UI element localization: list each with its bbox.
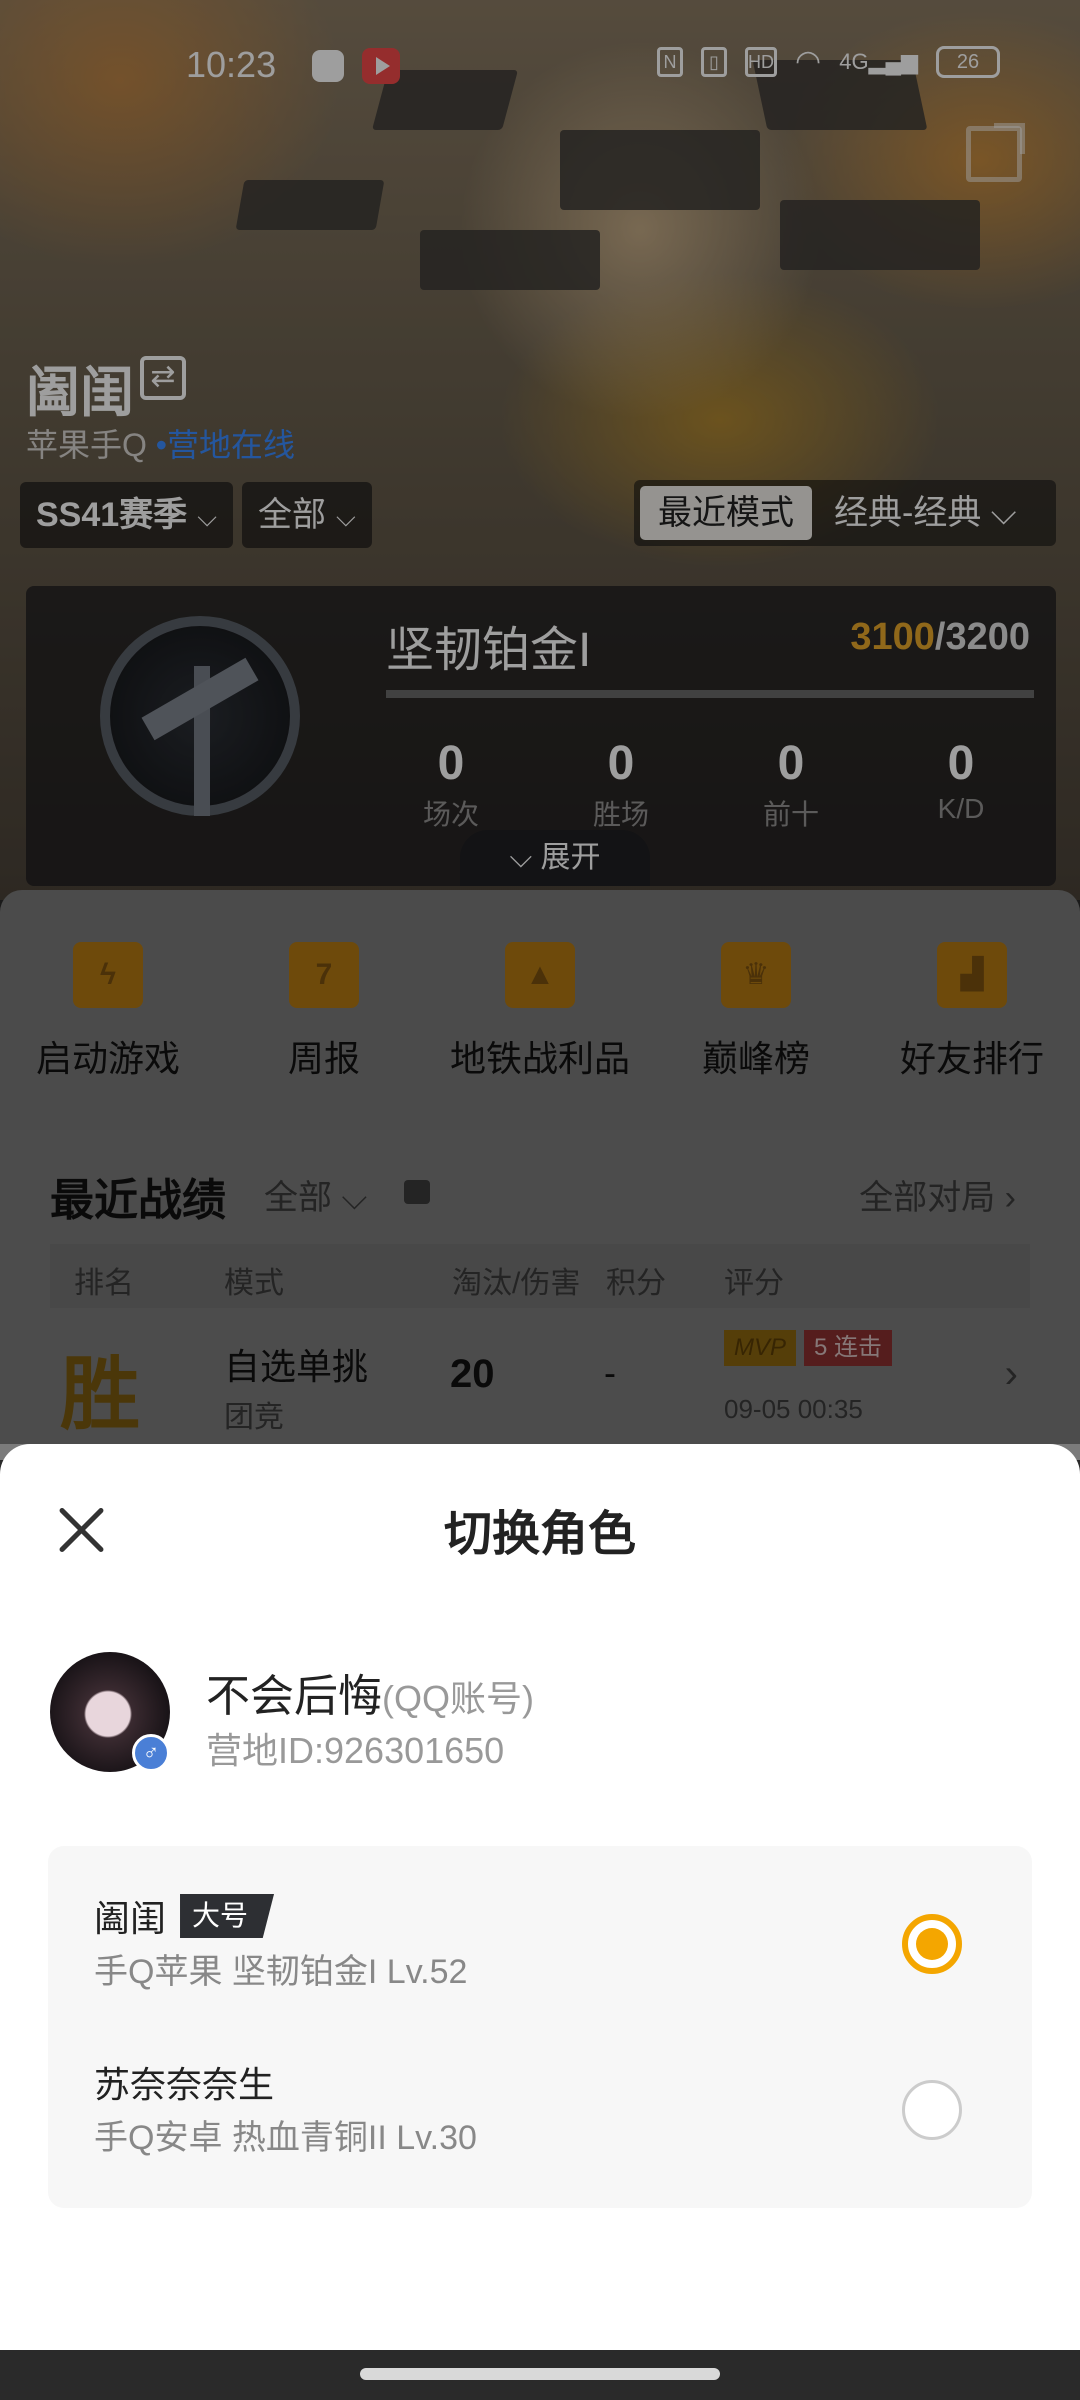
camp-id: 营地ID:926301650 — [206, 1730, 505, 1771]
shield-icon: ▲ — [505, 942, 575, 1008]
switch-role-icon[interactable]: ⇄ — [140, 356, 186, 400]
all-games-link[interactable]: 全部对局 › — [859, 1170, 1016, 1219]
home-indicator[interactable] — [360, 2368, 720, 2380]
records-title: 最近战绩 — [50, 1176, 226, 1225]
table-row[interactable]: 胜 自选单挑 团竞 20 - MVP 5 连击 09-05 00:35 › — [0, 1308, 1080, 1458]
wifi-icon: ◠ — [795, 45, 822, 78]
main-account-tag: 大号 — [180, 1894, 275, 1938]
rank-emblem-icon — [100, 616, 300, 816]
nfc-icon: N — [657, 46, 684, 77]
stat-matches: 0 场次 — [422, 737, 479, 830]
male-gender-icon: ♂ — [132, 1734, 170, 1772]
feature-metro-loot[interactable]: ▲ 地铁战利品 — [432, 890, 648, 1082]
signal-icon: 4G▂▄▆ — [839, 48, 918, 74]
chevron-down-icon: ⌵ — [197, 502, 217, 532]
rank-score: 3100/3200 — [850, 616, 1030, 658]
tab-recent-mode[interactable]: 最近模式 — [640, 486, 812, 540]
camp-status: •营地在线 — [155, 427, 296, 463]
battery-icon: 26 — [936, 45, 1000, 78]
rank-stats: 0 场次 0 胜场 0 前十 0 K/D — [366, 736, 1046, 833]
stat-kd: 0 K/D — [937, 737, 985, 824]
account-info: ♂ 不会后悔(QQ账号) 营地ID:926301650 — [50, 1652, 1030, 1782]
player-name: 阖闺 — [26, 363, 134, 423]
mode-tabs: 最近模式 经典-经典 ⌵ — [634, 480, 1056, 546]
stat-top10: 0 前十 — [762, 737, 819, 830]
navigation-bar — [0, 2350, 1080, 2400]
role-radio-selected[interactable] — [902, 1914, 962, 1974]
lightning-icon: ϟ — [73, 942, 143, 1008]
share-icon[interactable] — [966, 123, 1025, 182]
chevron-down-icon: ⌵ — [336, 502, 356, 532]
feature-panel: ϟ 启动游戏 7 周报 ▲ 地铁战利品 ♛ 巅峰榜 ▟ 好友排行 — [0, 890, 1080, 1130]
feature-launch-game[interactable]: ϟ 启动游戏 — [0, 890, 216, 1082]
notification-app-icon — [312, 50, 344, 82]
stat-wins: 0 胜场 — [592, 737, 649, 830]
sheet-title: 切换角色 — [443, 1508, 636, 1561]
switch-role-sheet: 切换角色 ♂ 不会后悔(QQ账号) 营地ID:926301650 阖闺 大号 手… — [0, 1444, 1080, 2350]
status-time: 10:23 — [186, 44, 277, 85]
hd-icon: HD — [745, 46, 778, 77]
records-table-header: 排名 模式 淘汰/伤害 积分 评分 — [50, 1244, 1030, 1308]
role-info: 手Q苹果 坚韧铂金I Lv.52 — [94, 1953, 468, 1991]
filter-label: 全部 — [258, 496, 326, 534]
tab-classic-mode[interactable]: 经典-经典 ⌵ — [834, 480, 1017, 546]
season-label: SS41赛季 — [36, 496, 188, 534]
podium-icon: ▟ — [937, 942, 1007, 1008]
feature-weekly-report[interactable]: 7 周报 — [216, 890, 432, 1082]
role-item[interactable]: 阖闺 大号 手Q苹果 坚韧铂金I Lv.52 — [48, 1852, 1032, 2012]
role-info: 手Q安卓 热血青铜II Lv.30 — [94, 2119, 477, 2157]
calendar-icon: 7 — [289, 942, 359, 1008]
video-app-icon — [362, 48, 400, 84]
recent-records: 最近战绩 全部 ⌵ 全部对局 › 排名 模式 淘汰/伤害 积分 评分 胜 自选单… — [0, 1130, 1080, 1460]
role-name: 阖闺 — [94, 1898, 167, 1939]
status-bar: 10:23 N ▯ HD ◠ 4G▂▄▆ 26 — [0, 0, 1080, 136]
chevron-right-icon: › — [1004, 1352, 1018, 1396]
rank-title: 坚韧铂金I — [386, 624, 592, 677]
feature-peak-ranking[interactable]: ♛ 巅峰榜 — [648, 890, 864, 1082]
mvp-badge: MVP — [724, 1330, 797, 1366]
feature-friend-ranking[interactable]: ▟ 好友排行 — [864, 890, 1080, 1082]
role-radio[interactable] — [902, 2080, 962, 2140]
records-filter-dropdown[interactable]: 全部 ⌵ — [264, 1170, 367, 1219]
win-badge: 胜 — [60, 1350, 140, 1439]
player-subtitle: 苹果手Q •营地在线 — [26, 420, 295, 466]
rank-progress-bar — [386, 690, 1034, 698]
role-name: 苏奈奈奈生 — [94, 2064, 275, 2105]
account-name: 不会后悔(QQ账号) — [206, 1672, 534, 1721]
season-dropdown[interactable]: SS41赛季 ⌵ — [20, 482, 233, 548]
roles-list: 阖闺 大号 手Q苹果 坚韧铂金I Lv.52 苏奈奈奈生 手Q安卓 热血青铜II… — [48, 1846, 1032, 2208]
lock-icon — [404, 1180, 430, 1204]
trophy-icon: ♛ — [721, 942, 791, 1008]
combo-badge: 5 连击 — [804, 1330, 893, 1366]
vibrate-icon: ▯ — [701, 46, 728, 77]
role-item[interactable]: 苏奈奈奈生 手Q安卓 热血青铜II Lv.30 — [48, 2018, 1032, 2178]
expand-button[interactable]: ⌵ 展开 — [460, 830, 650, 886]
platform-label: 苹果手Q — [26, 427, 147, 463]
filter-dropdown[interactable]: 全部 ⌵ — [242, 482, 372, 548]
